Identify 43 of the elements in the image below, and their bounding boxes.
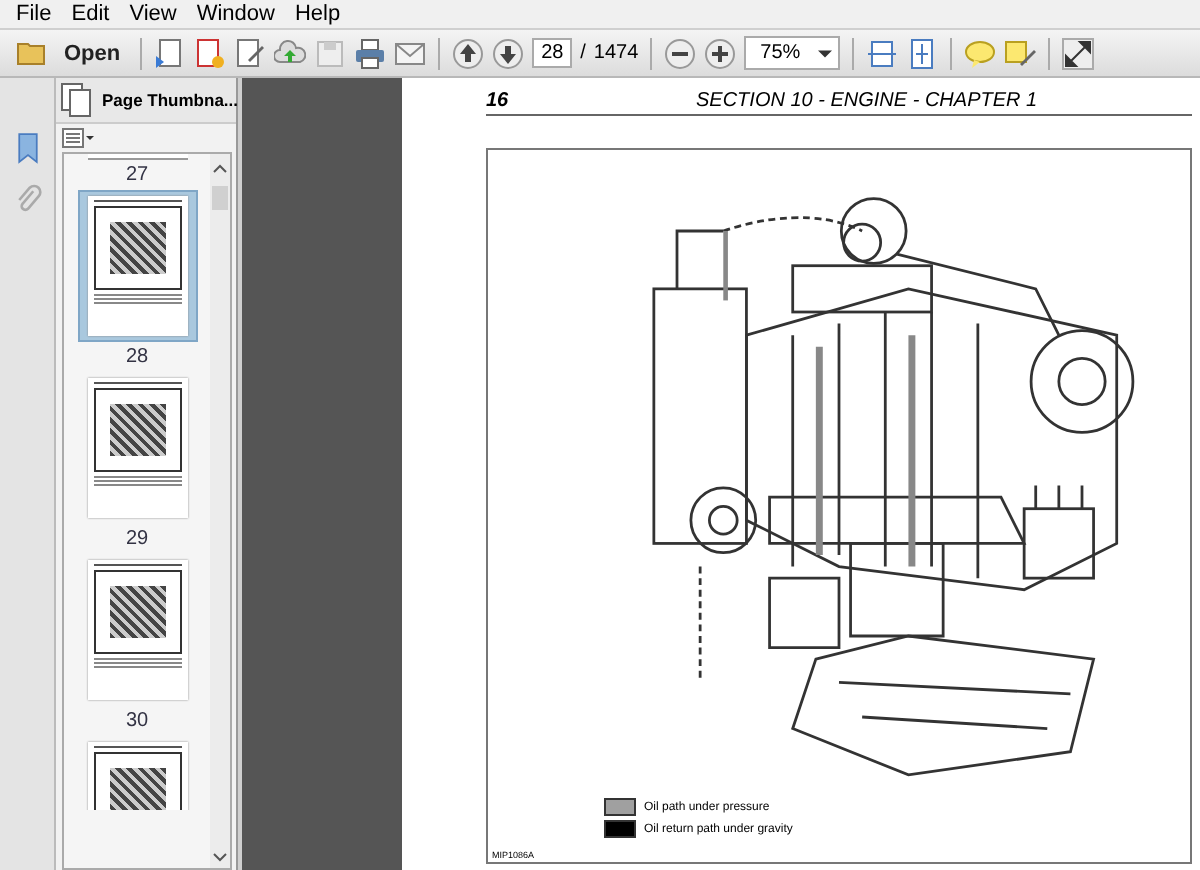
bookmark-icon[interactable]: [13, 132, 41, 164]
menu-item[interactable]: Edit: [61, 1, 120, 27]
page-label: 29: [125, 528, 149, 550]
section-heading: SECTION 10 - ENGINE - CHAPTER 1: [696, 90, 1038, 112]
print-icon[interactable]: [354, 37, 387, 69]
document-icon[interactable]: [154, 37, 187, 69]
scrollbar[interactable]: [210, 154, 230, 868]
page-label: 28: [125, 346, 149, 368]
cloud-upload-icon[interactable]: [274, 37, 307, 69]
paperclip-icon[interactable]: [13, 184, 41, 216]
page-separator: /: [580, 42, 586, 64]
page-count: 1474: [593, 42, 639, 64]
zoom-dropdown[interactable]: 75%: [744, 36, 841, 70]
page-up-icon[interactable]: [452, 37, 485, 69]
scroll-up-icon[interactable]: [212, 162, 228, 174]
zoom-out-icon[interactable]: [664, 37, 697, 69]
caret-icon: [818, 49, 833, 57]
page-thumbnail[interactable]: [87, 154, 187, 160]
page-down-icon[interactable]: [492, 37, 525, 69]
page-thumbnail[interactable]: [77, 190, 197, 342]
scroll-down-icon[interactable]: [212, 852, 228, 864]
menu-item[interactable]: View: [119, 1, 187, 27]
document-icon[interactable]: [194, 37, 227, 69]
folder-icon: [16, 40, 48, 66]
mail-icon[interactable]: [394, 37, 427, 69]
page-label: 27: [125, 164, 149, 186]
menu-item[interactable]: File: [6, 1, 62, 27]
options-icon[interactable]: [62, 128, 94, 148]
menu-item[interactable]: Window: [186, 1, 285, 27]
page-number-field[interactable]: 28: [532, 38, 573, 68]
fit-width-icon[interactable]: [866, 37, 899, 69]
open-button[interactable]: Open: [8, 40, 129, 66]
expand-icon[interactable]: [1062, 37, 1095, 69]
menu-item[interactable]: Help: [284, 1, 351, 27]
panel-title: Page Thumbna...: [102, 90, 239, 110]
zoom-in-icon[interactable]: [704, 37, 737, 69]
highlight-pen-icon[interactable]: [1004, 37, 1037, 69]
edit-document-icon[interactable]: [234, 37, 267, 69]
page-number: 16: [486, 90, 511, 112]
page-label: 30: [125, 710, 149, 732]
fit-page-icon[interactable]: [906, 37, 939, 69]
scroll-thumb[interactable]: [212, 186, 228, 210]
pages-icon: [60, 82, 92, 118]
